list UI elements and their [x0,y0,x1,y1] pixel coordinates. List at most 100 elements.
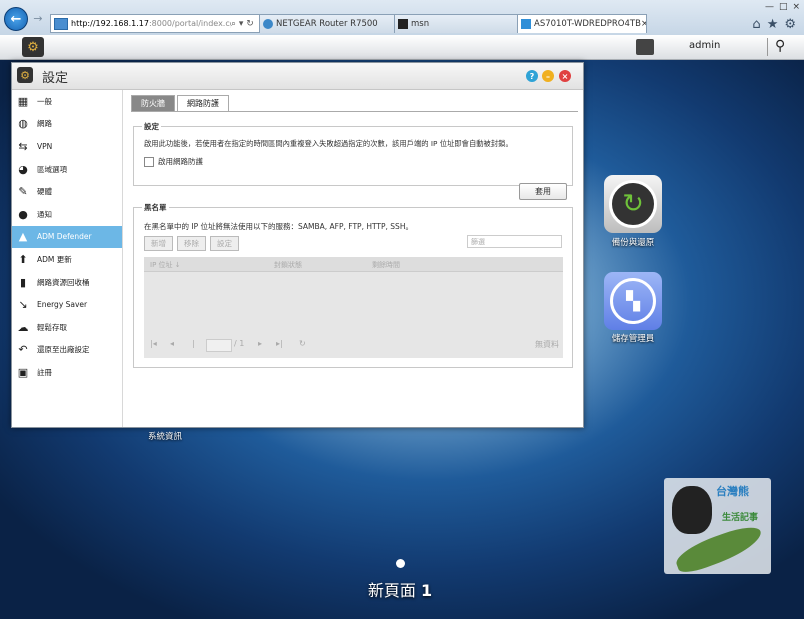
blacklist-settings-button[interactable]: 設定 [210,236,239,251]
prev-page-icon[interactable]: ◂ [170,339,174,348]
first-page-icon[interactable]: |◂ [150,339,157,348]
tab-network-defender[interactable]: 網路防護 [177,95,229,111]
sidebar-item-label: 區域選項 [37,164,67,174]
column-remaining-time[interactable]: 剩餘時間 [372,260,400,270]
add-button[interactable]: 新增 [144,236,173,251]
filter-input[interactable]: 篩選 [467,235,562,248]
settings-group: 設定 啟用此功能後，若使用者在指定的時間區間內重複登入失敗超過指定的次數，該用戶… [133,121,573,186]
divider [131,111,578,112]
backup-restore-label[interactable]: 備份與還原 [593,236,673,248]
register-icon: ▣ [17,365,29,379]
browser-tab-msn[interactable]: msn [394,14,518,33]
enable-defender-label[interactable]: 啟用網路防護 [158,156,203,167]
system-info-label[interactable]: 系統資訊 [148,430,182,442]
remove-button[interactable]: 移除 [177,236,206,251]
blacklist-legend: 黑名單 [142,202,169,213]
tab-close-icon[interactable]: × [641,19,646,29]
general-icon: ▦ [17,94,29,108]
sidebar-item[interactable]: ↘ Energy Saver [12,293,122,316]
sidebar-item-label: ADM Defender [37,232,92,242]
sidebar-item[interactable]: ▮ 網路資源回收桶 [12,271,122,294]
maximize-window-button[interactable]: □ [779,2,788,12]
username-label[interactable]: admin [689,40,720,51]
enable-defender-checkbox[interactable] [144,156,154,167]
sidebar-item[interactable]: ☁ 輕鬆存取 [12,316,122,339]
site-favicon-icon [54,17,68,30]
favorites-star-icon[interactable]: ★ [767,17,779,32]
vpn-icon: ⇆ [18,139,28,153]
settings-sidebar: ▦ 一般 ◍ 網路 ⇆ VPN ◕ 區域選項 ✎ 硬體 ● 通知 ▲ ADM Defender ⬆ ADM 更… [12,90,123,427]
browser-tab-label: msn [411,19,430,29]
forward-button[interactable]: → [31,7,45,29]
sidebar-item[interactable]: ▲ ADM Defender [12,225,122,249]
storage-manager-app-icon[interactable]: ▚ [604,272,662,330]
sidebar-item-label: ADM 更新 [37,254,72,264]
page-number-input[interactable] [206,339,232,352]
recycle-bin-icon: ▮ [19,275,27,289]
sidebar-item[interactable]: ⬆ ADM 更新 [12,248,122,271]
address-bar[interactable]: http://192.168.1.17:8000/portal/index.cg… [50,14,260,33]
storage-manager-label[interactable]: 儲存管理員 [593,332,673,344]
netgear-favicon-icon [263,19,273,29]
sidebar-item-label: 註冊 [37,367,52,377]
sidebar-item[interactable]: ◍ 網路 [12,113,122,136]
help-button[interactable]: ? [526,70,538,82]
asustor-favicon-icon [521,19,531,29]
no-data-label: 無資料 [535,340,559,349]
tab-firewall[interactable]: 防火牆 [131,95,175,111]
minimize-window-button[interactable]: — [765,2,774,12]
sidebar-item-label: 硬體 [37,187,52,197]
last-page-icon[interactable]: ▸| [276,339,283,348]
update-arrow-icon: ⬆ [18,252,28,266]
column-block-status[interactable]: 封鎖狀態 [274,260,302,270]
table-pager: |◂ ◂ | / 1 ▸ ▸| ↻ 無資料 [144,337,563,353]
divider [767,38,768,56]
sidebar-item[interactable]: ● 通知 [12,203,122,226]
browser-tab-asustor[interactable]: AS7010T-WDREDPRO4TB × [517,14,647,33]
storage-blocks-icon: ▚ [610,278,656,324]
browser-tab-netgear[interactable]: NETGEAR Router R7500 [259,14,395,33]
next-page-icon[interactable]: ▸ [258,339,262,348]
sidebar-item-label: 還原至出廠設定 [37,345,90,355]
energy-saver-icon: ↘ [18,298,28,312]
network-globe-icon: ◍ [18,117,28,131]
back-button[interactable]: ← [4,7,28,31]
watermark-logo: 台灣熊 生活記事 [664,478,771,574]
table-header: IP 位址 ↓ 封鎖狀態 剩餘時間 [144,257,563,272]
sidebar-item[interactable]: ▦ 一般 [12,90,122,113]
close-button[interactable]: × [559,70,571,82]
settings-legend: 設定 [142,121,161,132]
search-icon[interactable]: ⚲ [775,38,785,54]
enable-defender-checkbox-row[interactable]: 啟用網路防護 [144,156,203,167]
watermark-subtitle: 生活記事 [722,513,759,523]
page-separator: | [192,339,195,348]
apply-button[interactable]: 套用 [519,183,567,200]
bear-mascot-icon [672,486,712,534]
adm-taskbar: ⚙ admin ⚲ [0,35,804,60]
window-title: 設定 [42,71,69,86]
refresh-icon[interactable]: ↻ [299,339,306,348]
page-indicator-dot[interactable] [396,559,405,568]
sidebar-item[interactable]: ◕ 區域選項 [12,158,122,181]
sidebar-item-label: 網路資源回收桶 [37,277,90,287]
backup-arrow-icon: ↻ [609,180,657,228]
sidebar-item[interactable]: ⇆ VPN [12,135,122,158]
user-icon[interactable] [636,39,654,55]
settings-app-taskbar-icon[interactable]: ⚙ [22,37,44,57]
sidebar-item[interactable]: ▣ 註冊 [12,361,122,384]
browser-tab-label: NETGEAR Router R7500 [276,19,378,29]
address-tools[interactable]: ⌕ ▾ ↻ [231,19,254,29]
sidebar-item-label: 輕鬆存取 [37,322,67,332]
close-window-button[interactable]: × [792,2,800,12]
home-icon[interactable]: ⌂ [752,17,760,32]
browser-toolbar: ← → http://192.168.1.17:8000/portal/inde… [0,0,804,36]
sidebar-item-label: 網路 [37,119,52,129]
backup-restore-app-icon[interactable]: ↻ [604,175,662,233]
tools-gear-icon[interactable]: ⚙ [784,17,796,32]
url-text[interactable]: http://192.168.1.17:8000/portal/index.cg… [71,19,231,28]
column-ip-address[interactable]: IP 位址 ↓ [150,260,181,270]
sidebar-item[interactable]: ↶ 還原至出廠設定 [12,339,122,362]
minimize-button[interactable]: – [542,70,554,82]
window-titlebar[interactable]: ⚙ 設定 ? – × [12,63,583,90]
sidebar-item[interactable]: ✎ 硬體 [12,180,122,203]
